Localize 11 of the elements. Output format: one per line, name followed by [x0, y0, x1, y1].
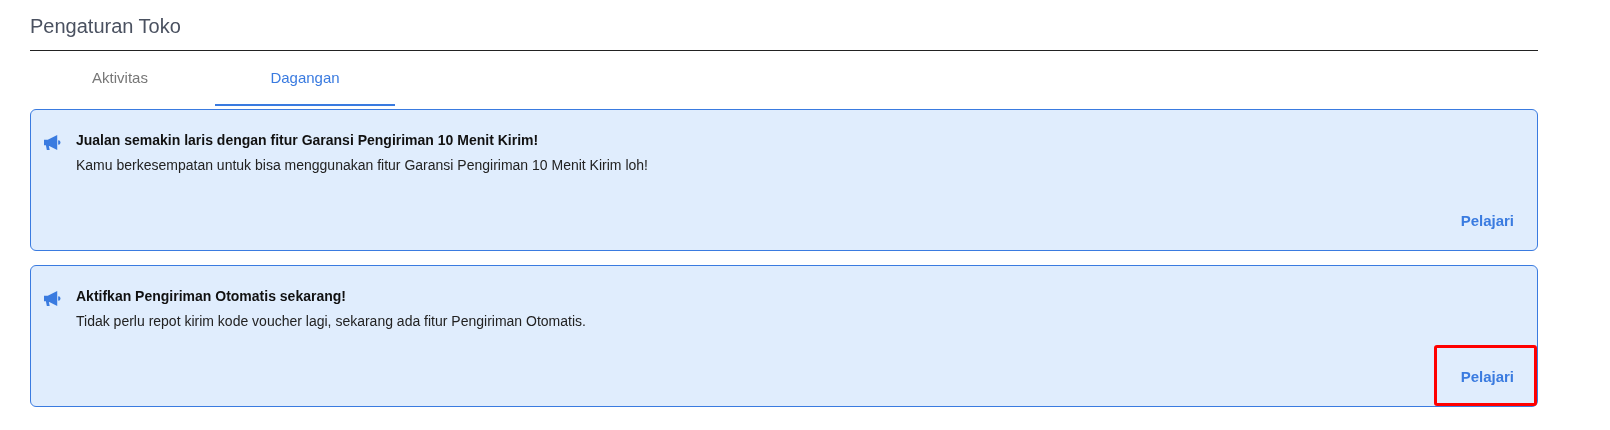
tab[interactable]: Aktivitas [30, 51, 210, 106]
learn-link[interactable]: Pelajari [1433, 189, 1537, 250]
page-title: Pengaturan Toko [30, 0, 1538, 51]
tab[interactable]: Dagangan [215, 51, 395, 106]
announcement-title: Jualan semakin laris dengan fitur Garansi Pengiriman 10 Menit Kirim! [76, 132, 540, 148]
megaphone-icon [43, 290, 62, 307]
announcement-text: Kamu berkesempatan untuk bisa menggunakan fitur Garansi Pengiriman 10 Menit Kirim loh! [76, 157, 648, 173]
announcement-text: Tidak perlu repot kirim kode voucher lagi, sekarang ada fitur Pengiriman Otomatis. [76, 313, 586, 329]
megaphone-icon [43, 134, 62, 151]
announcement-title: Aktifkan Pengiriman Otomatis sekarang! [76, 288, 347, 304]
learn-link[interactable]: Pelajari [1433, 345, 1537, 406]
